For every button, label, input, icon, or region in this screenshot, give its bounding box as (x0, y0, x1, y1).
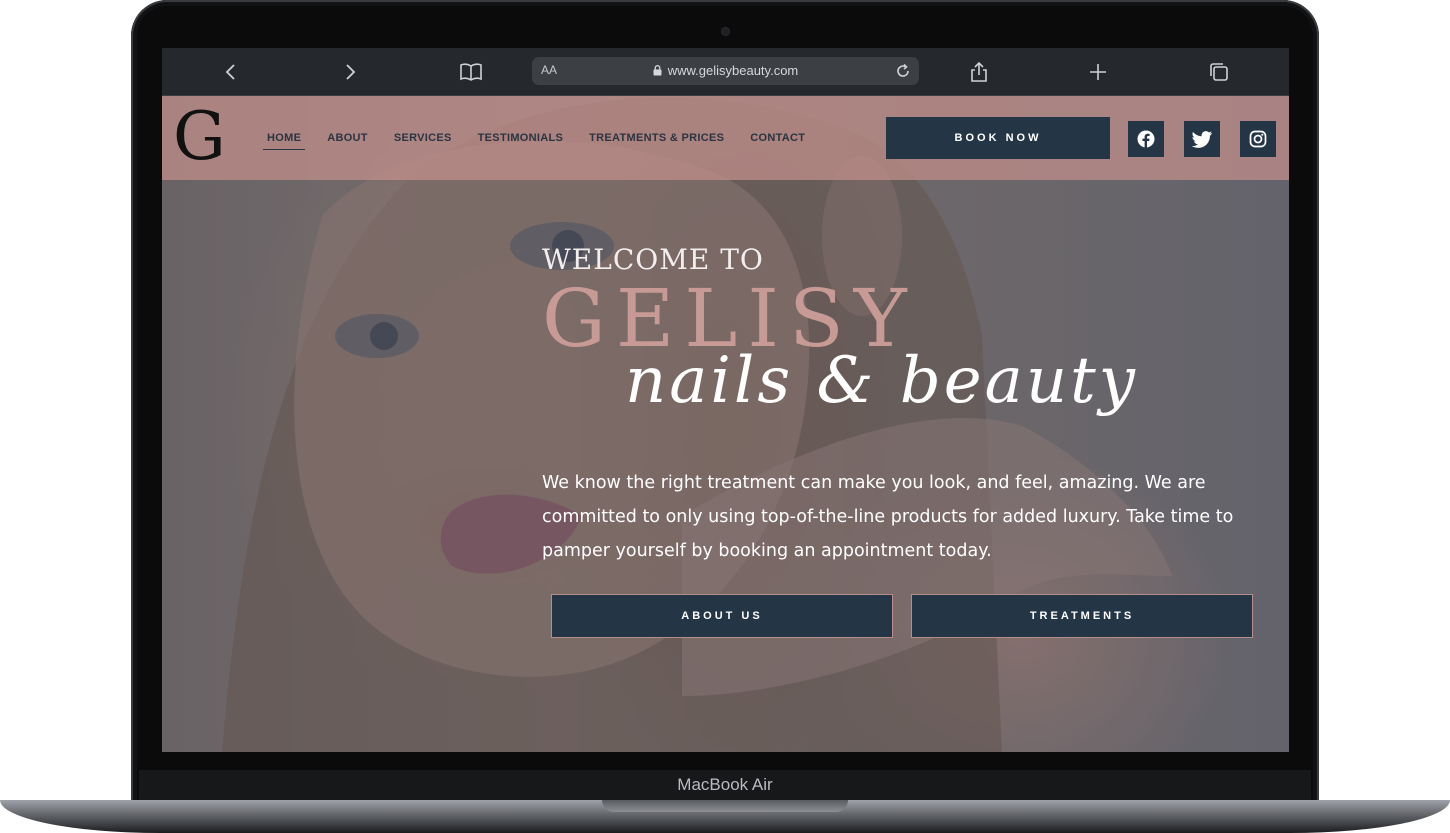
hero-dark-overlay (162, 96, 1289, 752)
twitter-link[interactable] (1184, 121, 1220, 157)
facebook-icon (1137, 130, 1155, 148)
reload-icon[interactable] (893, 61, 913, 81)
camera-dot (722, 28, 729, 35)
share-button[interactable] (965, 58, 993, 86)
tabs-overview-button[interactable] (1205, 58, 1233, 86)
hero-intro-paragraph: We know the right treatment can make you… (542, 473, 1234, 561)
treatments-button[interactable]: TREATMENTS (911, 594, 1253, 638)
instagram-icon (1249, 130, 1267, 148)
site-logo[interactable]: G (173, 104, 226, 170)
nav-item-treatments-prices[interactable]: TREATMENTS & PRICES (589, 132, 724, 150)
forward-button[interactable] (336, 58, 364, 86)
lock-icon (653, 65, 662, 76)
hero-tagline: nails & beauty (625, 344, 1138, 418)
plus-icon (1090, 64, 1106, 80)
screen: AA www.gelisybeauty.com G HOME ABOUT SER… (162, 48, 1289, 752)
nav-item-contact[interactable]: CONTACT (750, 132, 805, 150)
nav-item-testimonials[interactable]: TESTIMONIALS (478, 132, 564, 150)
laptop-model-label: MacBook Air (677, 775, 773, 794)
back-button[interactable] (217, 58, 245, 86)
nav-item-home[interactable]: HOME (262, 132, 306, 150)
nav-item-about[interactable]: ABOUT (327, 132, 368, 150)
tabs-icon (1210, 63, 1228, 81)
facebook-link[interactable] (1128, 121, 1164, 157)
url-display: www.gelisybeauty.com (532, 63, 919, 78)
chevron-left-icon (225, 64, 235, 80)
browser-toolbar: AA www.gelisybeauty.com (162, 48, 1289, 96)
site-header: G HOME ABOUT SERVICES TESTIMONIALS TREAT… (162, 96, 1289, 180)
bookmarks-button[interactable] (457, 58, 485, 86)
new-tab-button[interactable] (1084, 58, 1112, 86)
chevron-right-icon (346, 64, 356, 80)
instagram-link[interactable] (1240, 121, 1276, 157)
book-now-button[interactable]: BOOK NOW (886, 117, 1110, 159)
twitter-icon (1192, 130, 1212, 148)
url-text: www.gelisybeauty.com (667, 63, 799, 78)
nav-item-services[interactable]: SERVICES (394, 132, 452, 150)
book-icon (460, 63, 482, 81)
about-us-button[interactable]: ABOUT US (551, 594, 893, 638)
share-icon (971, 61, 987, 82)
main-nav: HOME ABOUT SERVICES TESTIMONIALS TREATME… (262, 132, 831, 150)
laptop-hinge-notch (602, 800, 848, 812)
hero-background-image (162, 96, 1289, 752)
address-bar[interactable]: AA www.gelisybeauty.com (532, 57, 919, 85)
